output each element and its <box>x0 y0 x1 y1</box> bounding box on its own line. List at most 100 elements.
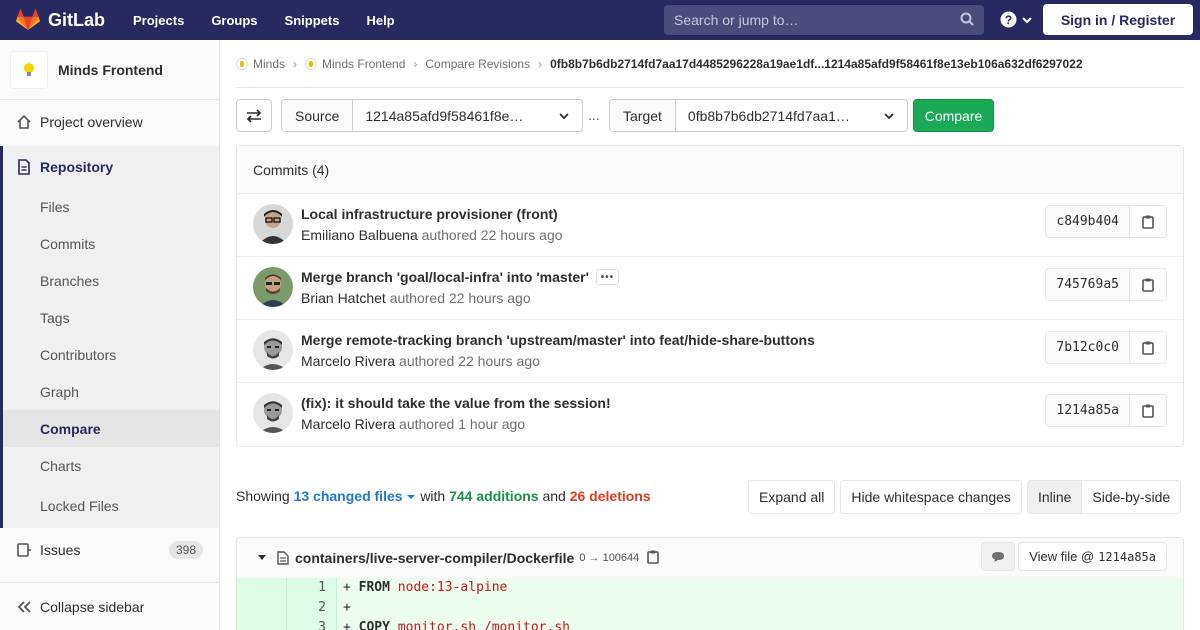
issues-icon <box>16 542 32 558</box>
commit-sha[interactable]: c849b404 <box>1046 206 1130 237</box>
old-line-number[interactable] <box>237 578 287 598</box>
target-ref-group: Target 0fb8b7b6db2714fd7aa1… <box>609 99 908 132</box>
nav-help[interactable]: Help <box>366 13 394 28</box>
diff-line-code: + <box>337 598 1183 618</box>
target-ref-value: 0fb8b7b6db2714fd7aa1… <box>687 107 850 124</box>
sidebar-subitem-graph[interactable]: Graph <box>3 373 219 410</box>
sidebar-item-project-overview[interactable]: Project overview <box>0 102 219 142</box>
avatar[interactable] <box>253 204 293 244</box>
toggle-description-button[interactable]: ••• <box>595 269 619 285</box>
copy-sha-button[interactable] <box>1130 395 1166 426</box>
changed-files-dropdown[interactable]: 13 changed files <box>294 488 417 504</box>
new-line-number[interactable]: 3 <box>287 618 337 630</box>
project-header[interactable]: Minds Frontend <box>0 40 219 100</box>
view-file-button[interactable]: View file @ 1214a85a <box>1018 542 1167 571</box>
nav-groups[interactable]: Groups <box>211 13 257 28</box>
commit-author[interactable]: Marcelo Rivera <box>301 416 395 432</box>
avatar[interactable] <box>253 393 293 433</box>
copy-sha-button[interactable] <box>1130 332 1166 363</box>
new-line-number[interactable]: 2 <box>287 598 337 618</box>
bulb-icon <box>24 62 34 76</box>
gitlab-tanuki-icon <box>16 9 40 30</box>
inline-view-button[interactable]: Inline <box>1026 480 1083 514</box>
breadcrumb-minds-frontend[interactable]: Minds Frontend <box>322 57 405 71</box>
sidebar-subitem-files[interactable]: Files <box>3 188 219 225</box>
side-by-side-button[interactable]: Side-by-side <box>1082 480 1182 514</box>
hide-whitespace-button[interactable]: Hide whitespace changes <box>840 480 1022 514</box>
document-icon <box>16 159 32 175</box>
gitlab-logo[interactable]: GitLab <box>16 9 105 31</box>
comment-icon <box>992 551 1004 562</box>
diff-file-path[interactable]: containers/live-server-compiler/Dockerfi… <box>295 550 574 566</box>
sidebar-subitem-commits[interactable]: Commits <box>3 225 219 262</box>
copy-sha-button[interactable] <box>1130 269 1166 300</box>
commits-header: Commits (4) <box>237 146 1183 194</box>
commit-author[interactable]: Brian Hatchet <box>301 290 386 306</box>
sidebar-subitem-locked-files[interactable]: Locked Files <box>3 484 219 528</box>
breadcrumb-current[interactable]: 0fb8b7b6db2714fd7aa17d4485296228a19ae1df… <box>550 57 1082 71</box>
commit-title[interactable]: Merge remote-tracking branch 'upstream/m… <box>301 332 815 348</box>
diff-content: 1 + FROM node:13-alpine 2 + 3 + COPY mon… <box>236 578 1184 630</box>
commit-time: authored 22 hours ago <box>399 353 540 369</box>
breadcrumb-separator: › <box>413 56 418 71</box>
sidebar-subitem-charts[interactable]: Charts <box>3 447 219 484</box>
commit-sha[interactable]: 7b12c0c0 <box>1046 332 1130 363</box>
sidebar-item-repository[interactable]: Repository <box>3 146 219 188</box>
breadcrumb: Minds › Minds Frontend › Compare Revisio… <box>236 40 1184 88</box>
breadcrumb-compare-revisions[interactable]: Compare Revisions <box>425 57 530 71</box>
sidebar-subitem-compare[interactable]: Compare <box>3 410 219 447</box>
diff-line-code: + FROM node:13-alpine <box>337 578 1183 598</box>
signin-register-button[interactable]: Sign in / Register <box>1043 4 1193 35</box>
search-input[interactable]: Search or jump to… <box>664 5 984 35</box>
diff-options: Expand all Hide whitespace changes Inlin… <box>743 480 1182 514</box>
swap-revisions-button[interactable] <box>236 99 272 132</box>
code-keyword: COPY <box>358 620 390 630</box>
new-line-number[interactable]: 1 <box>287 578 337 598</box>
commit-sha[interactable]: 1214a85a <box>1046 395 1130 426</box>
nav-projects[interactable]: Projects <box>133 13 184 28</box>
nav-snippets[interactable]: Snippets <box>285 13 340 28</box>
compare-button[interactable]: Compare <box>913 99 994 132</box>
double-chevron-left-icon <box>17 600 31 613</box>
file-mode-change: 0 → 100644 <box>579 552 640 564</box>
commit-author[interactable]: Marcelo Rivera <box>301 353 395 369</box>
commit-title[interactable]: (fix): it should take the value from the… <box>301 395 611 411</box>
target-ref-dropdown[interactable]: 0fb8b7b6db2714fd7aa1… <box>676 100 907 131</box>
sidebar-item-label: Repository <box>40 159 114 175</box>
diff-line: 3 + COPY monitor.sh /monitor.sh <box>237 618 1183 630</box>
commit-row: Local infrastructure provisioner (front)… <box>237 194 1183 257</box>
source-ref-group: Source 1214a85afd9f58461f8e… <box>281 99 583 132</box>
copy-sha-button[interactable] <box>1130 206 1166 237</box>
collapse-sidebar-button[interactable]: Collapse sidebar <box>0 582 219 630</box>
expand-all-button[interactable]: Expand all <box>748 480 836 514</box>
diff-sign: + <box>343 600 351 615</box>
code-text: monitor.sh /monitor.sh <box>397 620 570 630</box>
question-icon: ? <box>1000 11 1017 28</box>
source-ref-dropdown[interactable]: 1214a85afd9f58461f8e… <box>353 100 582 131</box>
avatar[interactable] <box>253 330 293 370</box>
file-icon <box>277 551 289 565</box>
commit-title[interactable]: Local infrastructure provisioner (front) <box>301 206 558 222</box>
help-dropdown[interactable]: ? <box>1000 11 1033 28</box>
old-line-number[interactable] <box>237 618 287 630</box>
old-line-number[interactable] <box>237 598 287 618</box>
commit-title-text: (fix): it should take the value from the… <box>301 395 611 411</box>
commit-meta: Emiliano Balbuena authored 22 hours ago <box>301 227 563 243</box>
svg-text:?: ? <box>1005 13 1012 27</box>
commit-time: authored 22 hours ago <box>389 290 531 306</box>
avatar[interactable] <box>253 267 293 307</box>
sidebar-item-issues[interactable]: Issues 398 <box>0 528 219 572</box>
breadcrumb-minds[interactable]: Minds <box>253 57 285 71</box>
issues-count-badge: 398 <box>168 541 203 559</box>
sidebar-subitem-branches[interactable]: Branches <box>3 262 219 299</box>
commit-author[interactable]: Emiliano Balbuena <box>301 227 418 243</box>
view-mode-toggle: Inline Side-by-side <box>1026 480 1182 514</box>
sidebar-subitem-contributors[interactable]: Contributors <box>3 336 219 373</box>
sidebar-subitem-tags[interactable]: Tags <box>3 299 219 336</box>
commit-sha[interactable]: 745769a5 <box>1046 269 1130 300</box>
commit-title[interactable]: Merge branch 'goal/local-infra' into 'ma… <box>301 269 619 285</box>
caret-down-icon[interactable] <box>257 554 267 562</box>
copy-path-button[interactable] <box>647 550 660 567</box>
breadcrumb-separator: › <box>293 56 298 71</box>
toggle-comments-button[interactable] <box>981 542 1015 571</box>
